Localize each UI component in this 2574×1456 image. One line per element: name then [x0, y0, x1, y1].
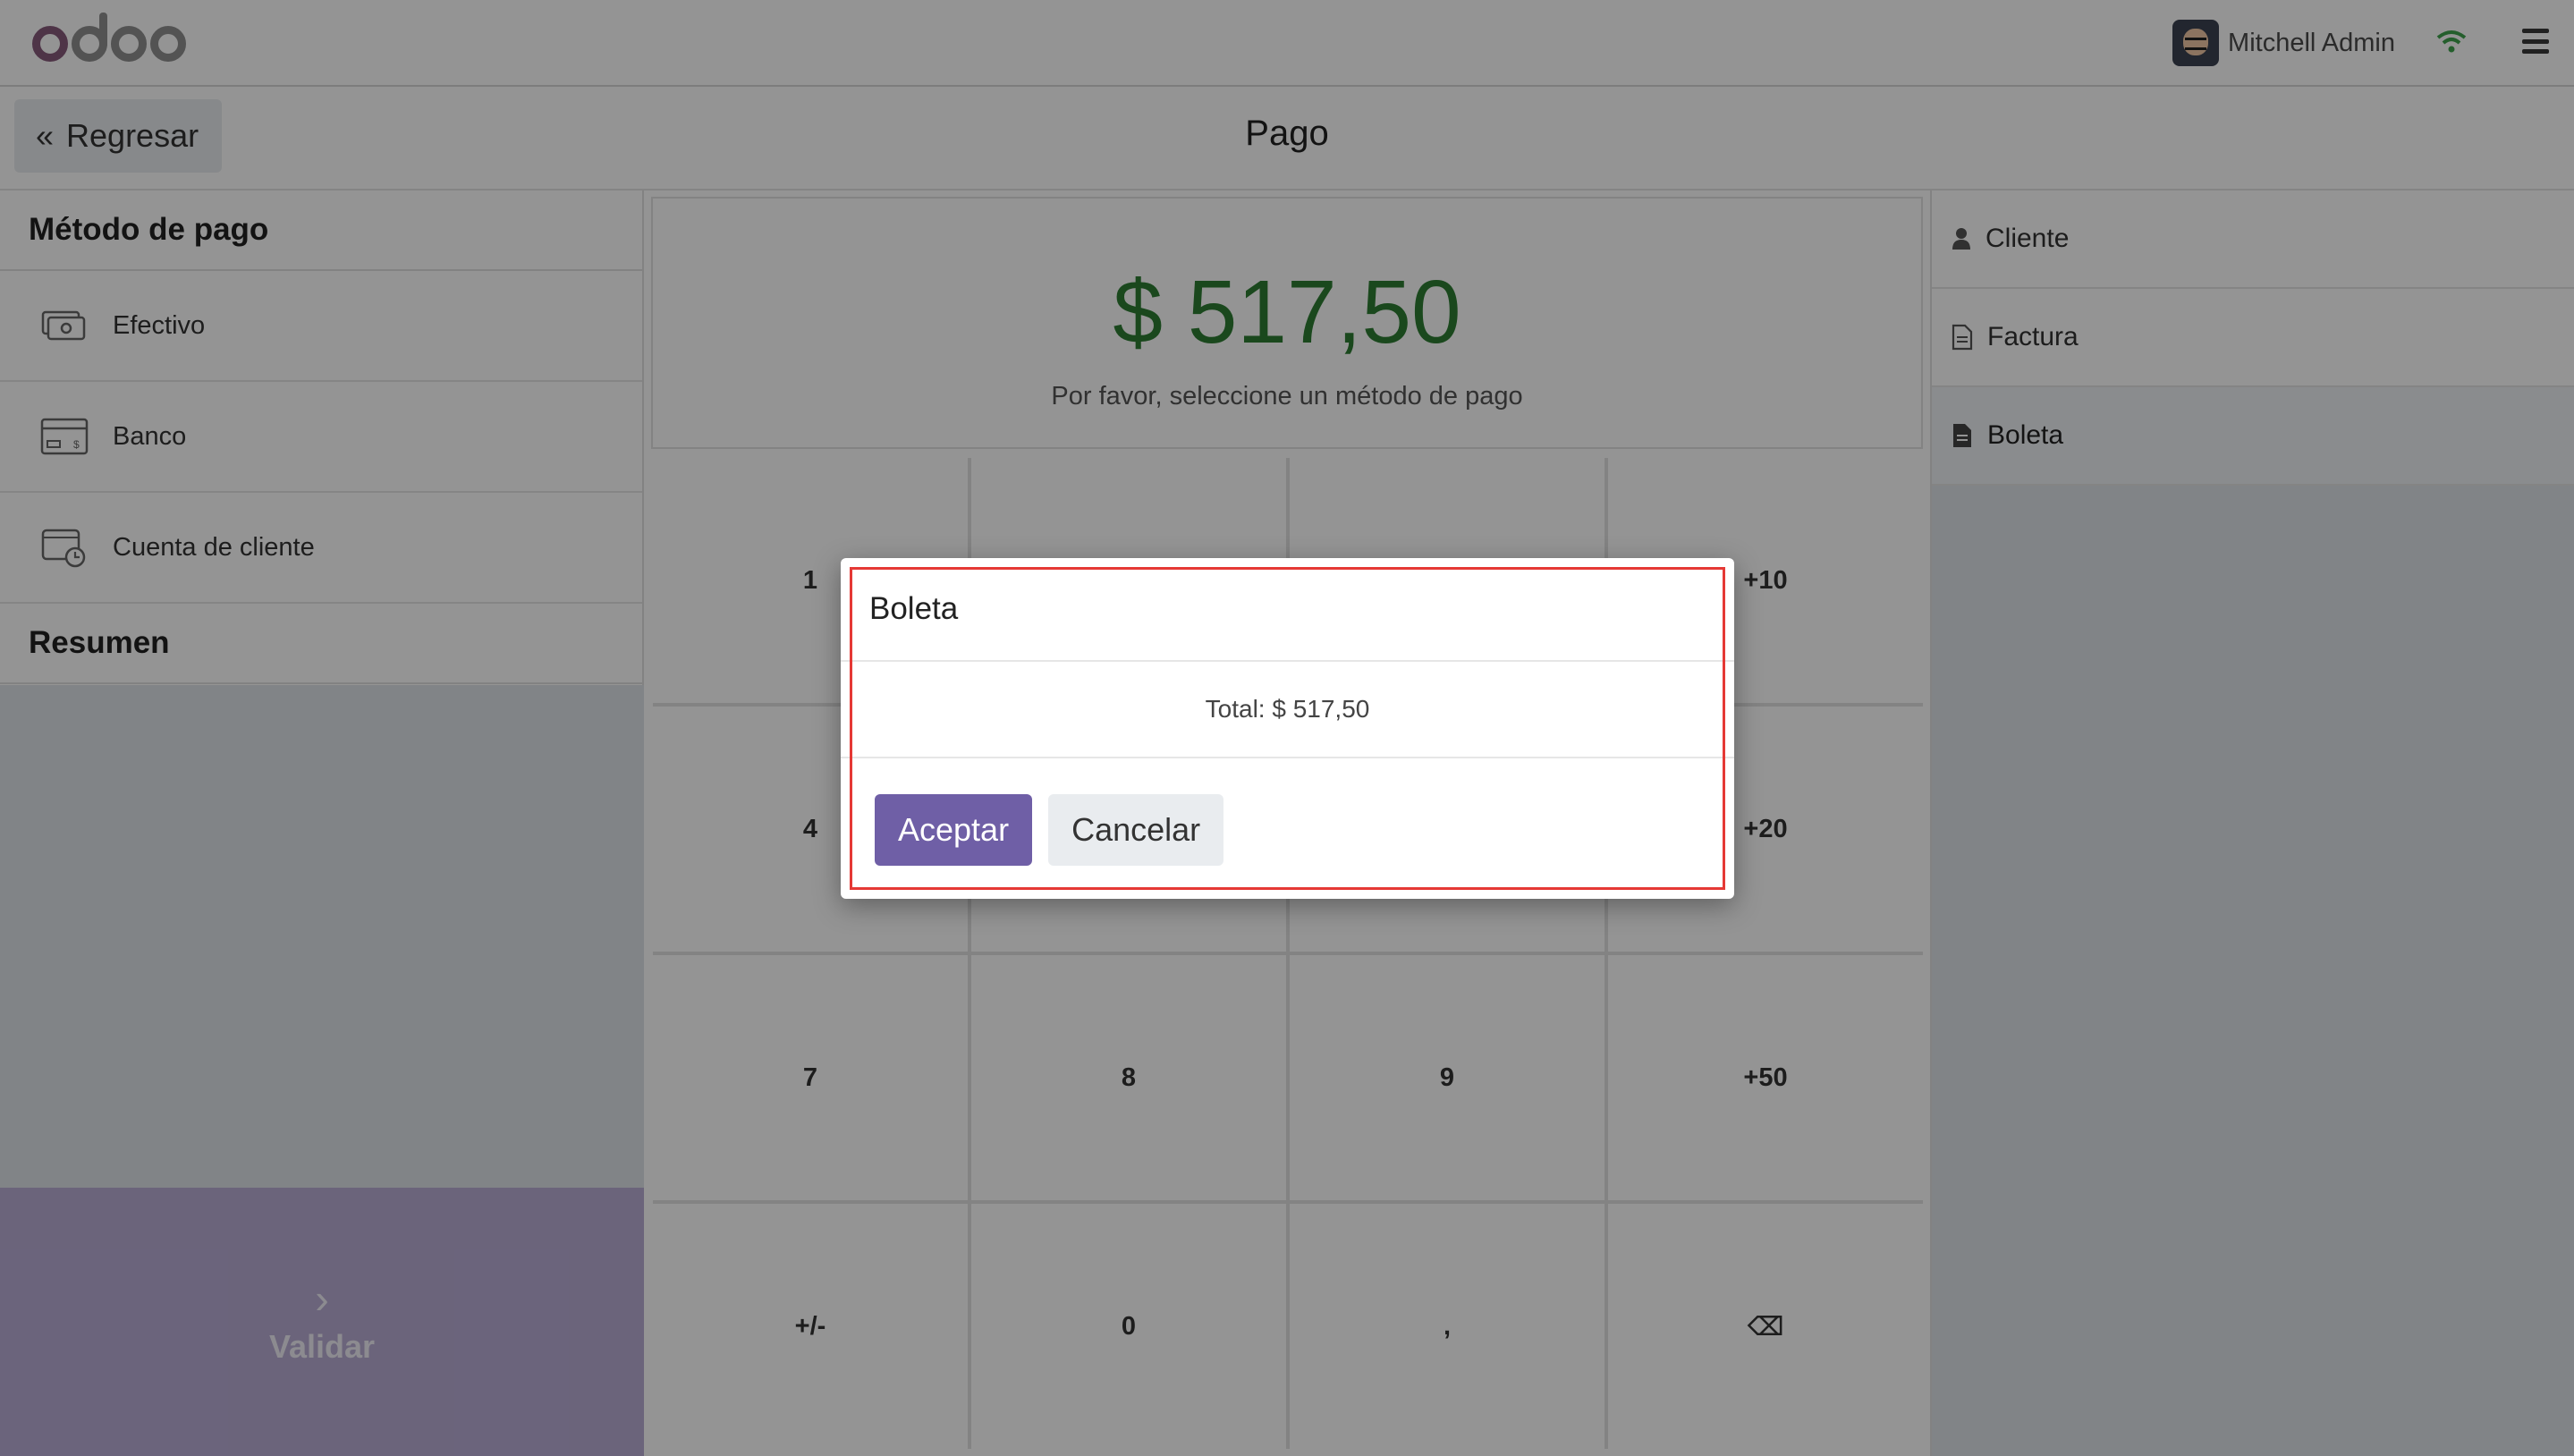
accept-button[interactable]: Aceptar [875, 794, 1033, 866]
dialog-total: Total: $ 517,50 [841, 662, 1734, 758]
receipt-dialog: Boleta Total: $ 517,50 Aceptar Cancelar [841, 558, 1734, 899]
cancel-button[interactable]: Cancelar [1048, 794, 1224, 866]
dialog-footer: Aceptar Cancelar [841, 758, 1734, 866]
dialog-title: Boleta [841, 558, 1734, 662]
